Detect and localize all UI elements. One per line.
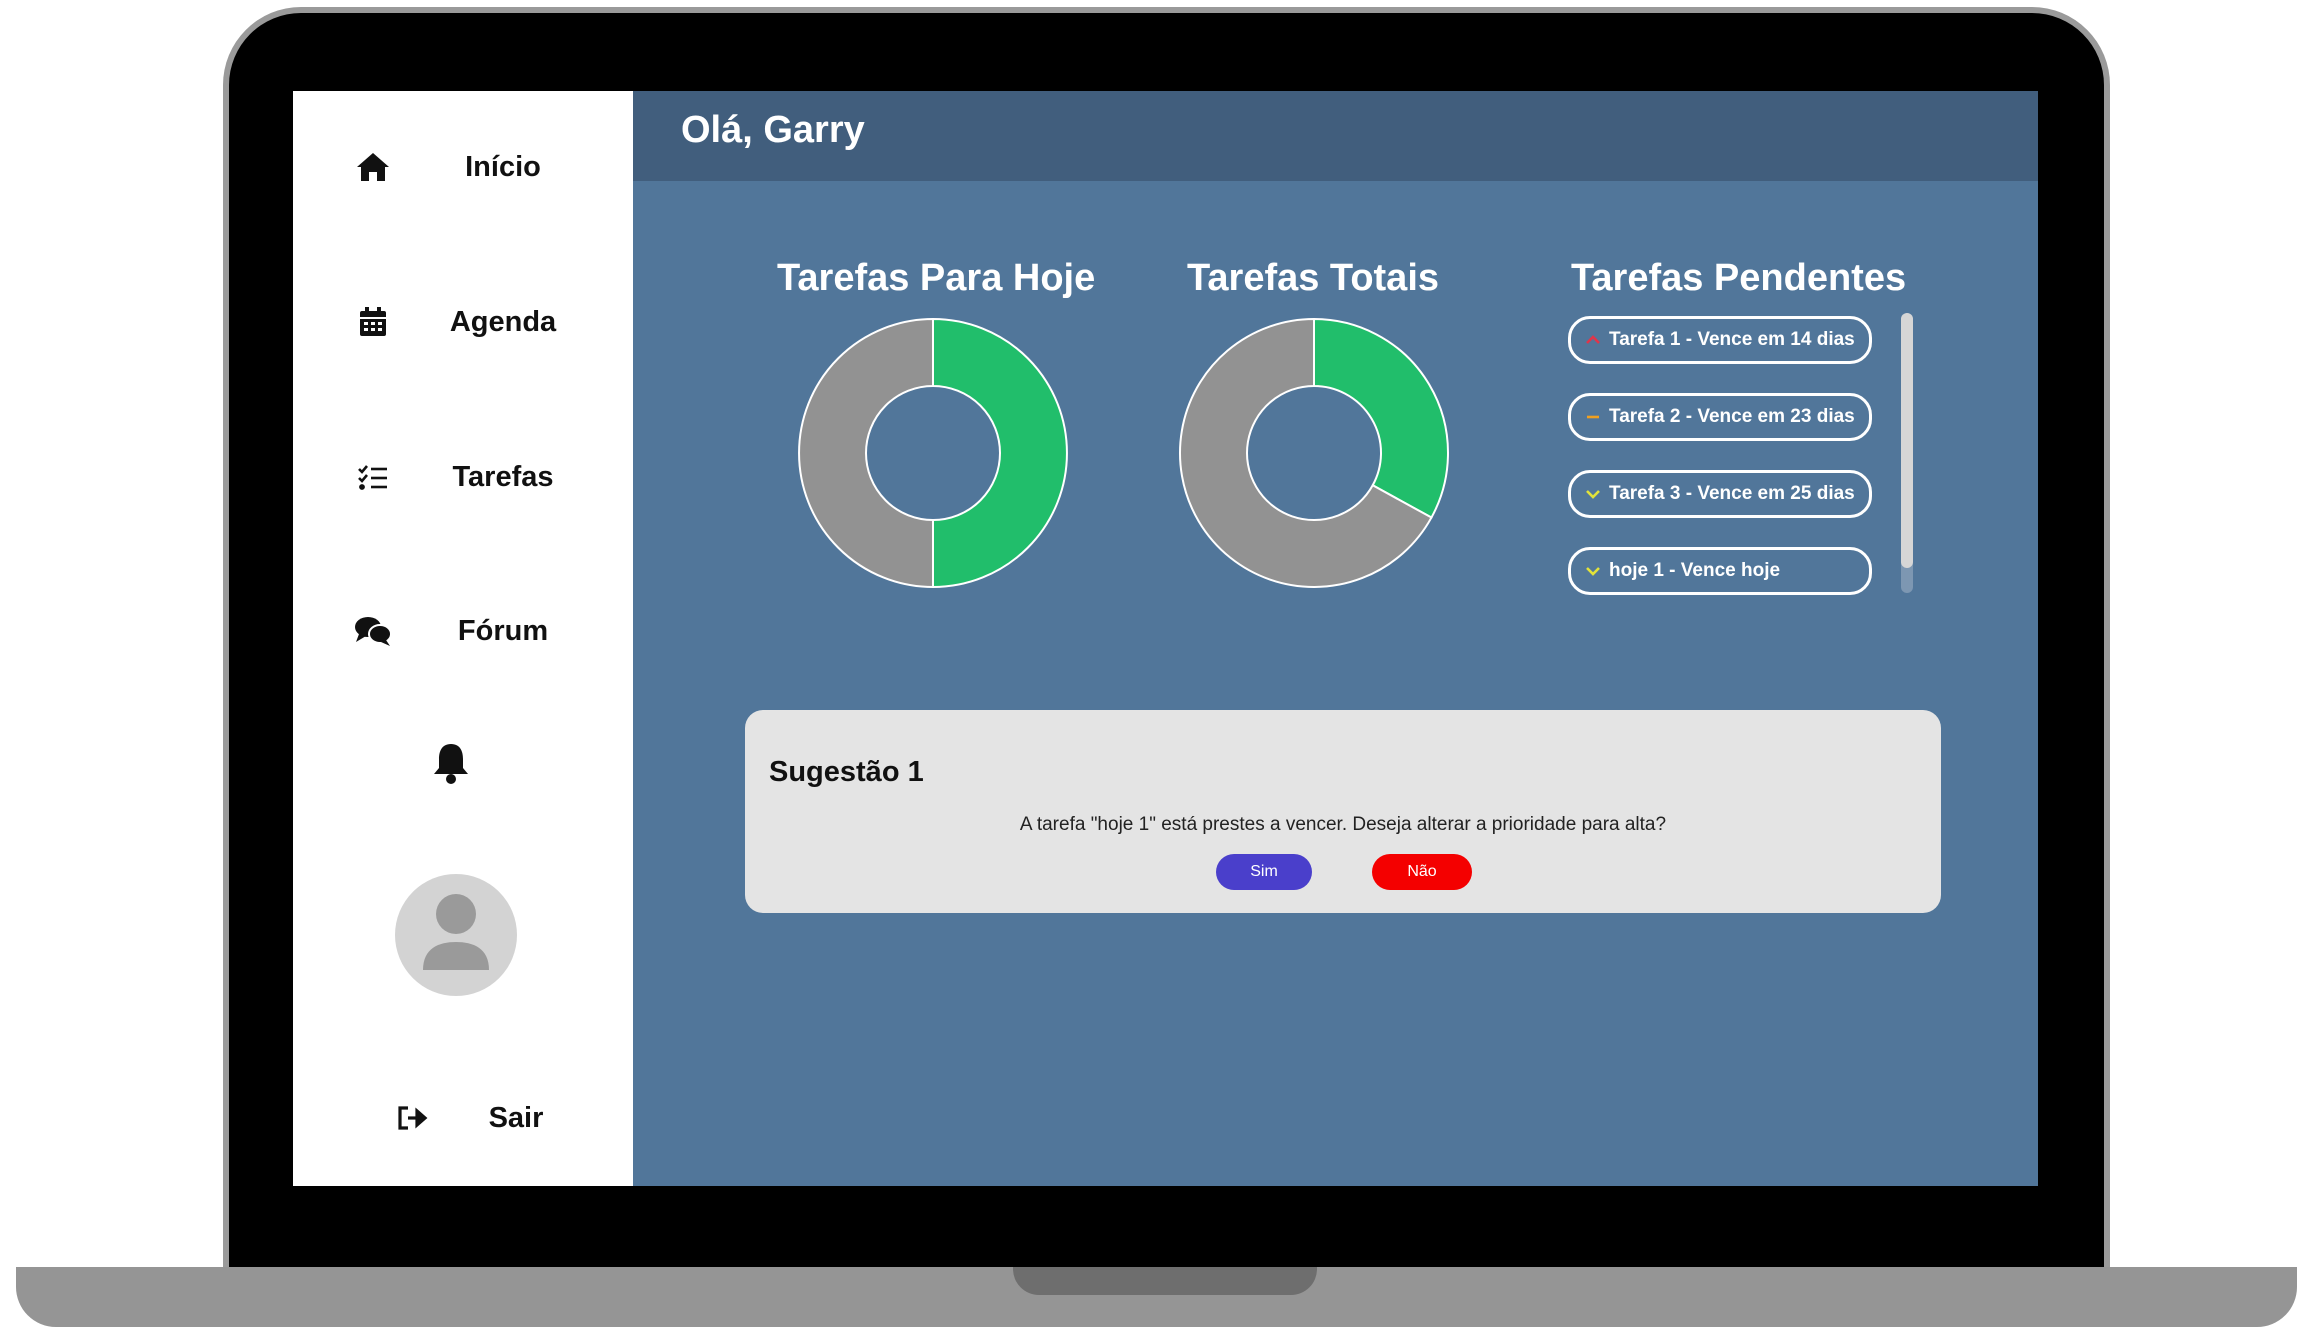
chevron-down-icon <box>1586 567 1600 576</box>
no-button[interactable]: Não <box>1372 854 1472 890</box>
pending-list-scrollbar[interactable] <box>1901 313 1913 568</box>
pending-task-label: hoje 1 - Vence hoje <box>1609 560 1781 581</box>
dash-icon <box>1587 415 1599 419</box>
sidebar-item-inicio[interactable]: Início <box>353 137 613 197</box>
chevron-up-icon <box>1586 335 1600 344</box>
total-donut-chart <box>1179 317 1449 588</box>
sidebar-item-label: Início <box>465 150 541 183</box>
donut-slice-remaining <box>798 317 934 589</box>
task-list-icon <box>353 464 393 490</box>
pending-task-label: Tarefa 2 - Vence em 23 dias <box>1609 406 1855 427</box>
yes-button[interactable]: Sim <box>1216 854 1312 890</box>
pending-task-1[interactable]: Tarefa 1 - Vence em 14 dias <box>1568 316 1872 364</box>
logout-button[interactable]: Sair <box>353 1088 613 1148</box>
pending-task-label: Tarefa 1 - Vence em 14 dias <box>1609 329 1855 350</box>
user-avatar-icon[interactable] <box>395 874 517 996</box>
suggestion-title: Sugestão 1 <box>769 756 924 788</box>
total-chart-title: Tarefas Totais <box>1187 257 1440 299</box>
sidebar-item-label: Tarefas <box>452 460 554 493</box>
logout-label: Sair <box>488 1101 544 1134</box>
chevron-down-icon <box>1586 490 1600 499</box>
pending-task-label: Tarefa 3 - Vence em 25 dias <box>1609 483 1855 504</box>
pending-task-2[interactable]: Tarefa 2 - Vence em 23 dias <box>1568 393 1872 441</box>
laptop-notch <box>1013 1267 1317 1295</box>
app-screen: Início Agenda Tarefas Fórum Sair Olá, Ga… <box>293 91 2038 1186</box>
sidebar-item-tarefas[interactable]: Tarefas <box>353 447 613 507</box>
today-chart-title: Tarefas Para Hoje <box>777 257 1096 299</box>
header-bar: Olá, Garry <box>633 91 2038 181</box>
chat-icon <box>353 616 393 646</box>
pending-tasks-title: Tarefas Pendentes <box>1571 257 1907 299</box>
sidebar-item-agenda[interactable]: Agenda <box>353 292 613 352</box>
calendar-icon <box>353 307 393 337</box>
greeting-title: Olá, Garry <box>681 109 865 151</box>
suggestion-card: Sugestão 1 A tarefa "hoje 1" está preste… <box>745 710 1941 913</box>
pending-task-3[interactable]: Tarefa 3 - Vence em 25 dias <box>1568 470 1872 518</box>
sidebar-item-label: Fórum <box>457 614 549 647</box>
logout-icon <box>393 1105 433 1131</box>
pending-tasks-list[interactable]: Tarefa 1 - Vence em 14 dias Tarefa 2 - V… <box>1568 313 1913 683</box>
bell-icon[interactable] <box>431 741 471 785</box>
sidebar-item-label: Agenda <box>449 305 557 338</box>
today-donut-chart <box>798 317 1068 589</box>
suggestion-text: A tarefa "hoje 1" está prestes a vencer.… <box>1019 814 1667 835</box>
sidebar: Início Agenda Tarefas Fórum Sair <box>293 91 633 1186</box>
home-icon <box>353 152 393 182</box>
donut-slice-done <box>932 317 1068 589</box>
donut-slice-done <box>1313 317 1449 519</box>
sidebar-item-forum[interactable]: Fórum <box>353 601 613 661</box>
pending-task-4[interactable]: hoje 1 - Vence hoje <box>1568 547 1872 595</box>
